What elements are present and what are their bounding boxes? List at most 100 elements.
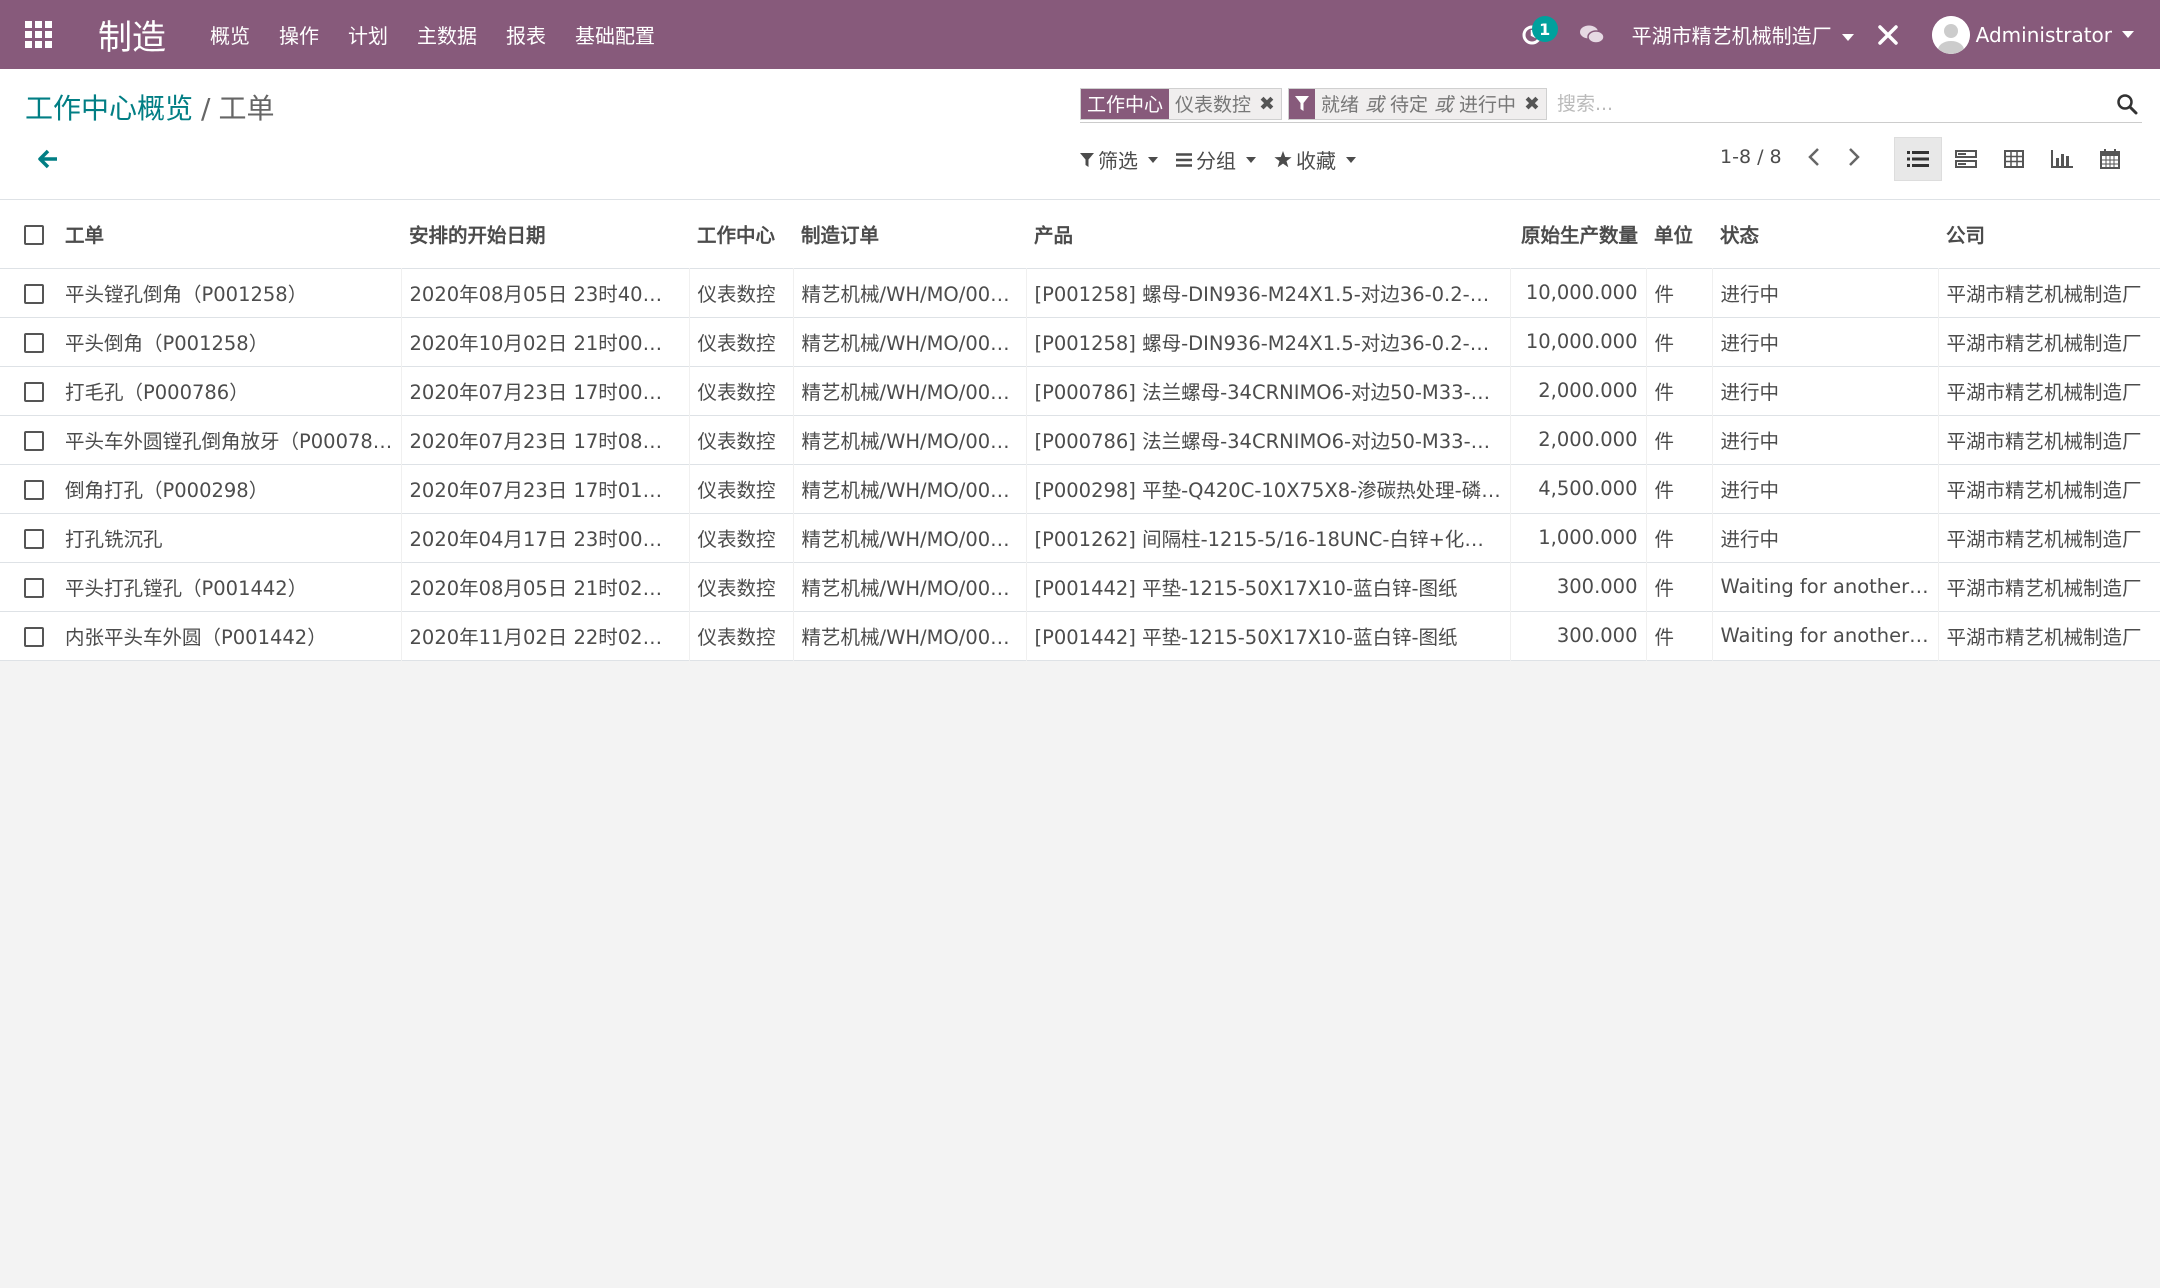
row-checkbox[interactable] xyxy=(24,283,44,304)
chevron-down-icon xyxy=(1346,156,1356,163)
menu-master-data[interactable]: 主数据 xyxy=(417,20,477,49)
chevron-left-icon xyxy=(1807,148,1819,166)
table-row[interactable]: 平头倒角（P001258） 2020年10月02日 21时00分00... 仪表数控… xyxy=(0,317,2160,366)
calendar-view-button[interactable] xyxy=(2086,137,2134,181)
cell-uom: 件 xyxy=(1646,513,1713,562)
chevron-down-icon xyxy=(1246,156,1256,163)
column-header-mo[interactable]: 制造订单 xyxy=(793,200,1026,268)
filter-icon xyxy=(1080,152,1094,167)
cell-company: 平湖市精艺机械制造厂 xyxy=(1938,464,2160,513)
pager-value[interactable]: 1-8 / 8 xyxy=(1720,146,1782,168)
messaging-button[interactable] xyxy=(1562,0,1622,69)
row-select-cell xyxy=(0,268,57,317)
search-input[interactable] xyxy=(1552,87,2112,120)
cell-start-date: 2020年11月02日 22时02分32... xyxy=(401,611,690,660)
groupby-dropdown[interactable]: 分组 xyxy=(1176,145,1256,174)
activity-button[interactable]: 1 xyxy=(1502,0,1562,69)
apps-grid-icon xyxy=(24,21,52,48)
cell-company: 平湖市精艺机械制造厂 xyxy=(1938,366,2160,415)
facet-remove-icon[interactable]: ✖ xyxy=(1522,89,1546,119)
cell-qty: 4,500.000 xyxy=(1510,464,1647,513)
cell-workcenter: 仪表数控 xyxy=(689,317,794,366)
row-select-cell xyxy=(0,317,57,366)
app-brand[interactable]: 制造 xyxy=(98,10,166,59)
search-button[interactable] xyxy=(2112,88,2142,120)
cell-mo: 精艺机械/WH/MO/00027 xyxy=(793,317,1027,366)
breadcrumb-parent-link[interactable]: 工作中心概览 xyxy=(25,92,193,125)
back-button[interactable] xyxy=(36,147,60,171)
cell-start-date: 2020年10月02日 21时00分00... xyxy=(401,317,690,366)
cell-uom: 件 xyxy=(1646,317,1713,366)
row-checkbox[interactable] xyxy=(24,430,44,451)
facet-remove-icon[interactable]: ✖ xyxy=(1257,89,1281,119)
column-header-uom[interactable]: 单位 xyxy=(1646,200,1712,268)
control-panel: 工作中心概览 / 工单 工作中心 仪表数控 ✖ 就绪或待定或进行中 ✖ 搜索..… xyxy=(0,69,2160,200)
select-all-checkbox[interactable] xyxy=(24,224,44,245)
row-select-cell xyxy=(0,415,57,464)
table-row[interactable]: 平头车外圆镗孔倒角放牙（P000786... 2020年07月23日 17时08分… xyxy=(0,415,2160,464)
cell-uom: 件 xyxy=(1646,611,1713,660)
cell-mo: 精艺机械/WH/MO/00055 xyxy=(793,366,1027,415)
cell-mo: 精艺机械/WH/MO/00027 xyxy=(793,268,1027,317)
debug-button[interactable] xyxy=(1868,0,1908,69)
avatar xyxy=(1931,15,1970,54)
company-name: 平湖市精艺机械制造厂 xyxy=(1631,24,1832,48)
favorites-dropdown[interactable]: 收藏 xyxy=(1274,145,1356,174)
menu-reporting[interactable]: 报表 xyxy=(506,20,546,49)
cell-workcenter: 仪表数控 xyxy=(689,366,794,415)
column-header-start-date[interactable]: 安排的开始日期 xyxy=(401,200,689,268)
company-switcher[interactable]: 平湖市精艺机械制造厂 xyxy=(1632,20,1854,49)
column-header-qty[interactable]: 原始生产数量 xyxy=(1510,200,1646,268)
pager-next-button[interactable] xyxy=(1844,145,1864,169)
user-menu[interactable]: Administrator xyxy=(1931,15,2134,54)
table-row[interactable]: 内张平头车外圆（P001442） 2020年11月02日 22时02分32... 仪… xyxy=(0,611,2160,660)
menu-planning[interactable]: 计划 xyxy=(348,20,388,49)
table-row[interactable]: 打孔铣沉孔 2020年04月17日 23时00分00... 仪表数控 精艺机械/WH/… xyxy=(0,513,2160,562)
search-facet-state: 就绪或待定或进行中 ✖ xyxy=(1287,87,1547,120)
graph-view-button[interactable] xyxy=(2038,137,2086,181)
column-header-workorder[interactable]: 工单 xyxy=(57,200,401,268)
column-header-state[interactable]: 状态 xyxy=(1712,200,1938,268)
cell-qty: 10,000.000 xyxy=(1510,268,1647,317)
table-row[interactable]: 打毛孔（P000786） 2020年07月23日 17时00分59... 仪表数控精… xyxy=(0,366,2160,415)
pivot-view-icon xyxy=(2004,150,2024,168)
apps-menu-button[interactable] xyxy=(0,0,76,69)
cell-product: [P001258] 螺母-DIN936-M24X1.5-对边36-0.2-三价彩… xyxy=(1026,268,1511,317)
menu-operations[interactable]: 操作 xyxy=(279,20,319,49)
row-checkbox[interactable] xyxy=(24,626,44,647)
table-row[interactable]: 平头打孔镗孔（P001442） 2020年08月05日 21时02分32... 仪表… xyxy=(0,562,2160,611)
filter-dropdown[interactable]: 筛选 xyxy=(1080,145,1158,174)
bars-icon xyxy=(1176,152,1192,167)
filter-icon xyxy=(1288,88,1315,119)
cell-workorder: 平头车外圆镗孔倒角放牙（P000786... xyxy=(57,415,402,464)
cell-product: [P000786] 法兰螺母-34CRNIMO6-对边50-M33-蓝白... xyxy=(1026,415,1511,464)
calendar-view-icon xyxy=(2100,149,2120,169)
favorites-label: 收藏 xyxy=(1296,149,1336,173)
row-checkbox[interactable] xyxy=(24,381,44,402)
table-row[interactable]: 平头镗孔倒角（P001258） 2020年08月05日 23时40分00... 仪表… xyxy=(0,268,2160,317)
menu-configuration[interactable]: 基础配置 xyxy=(575,20,655,49)
kanban-view-button[interactable] xyxy=(1942,137,1990,181)
list-view-button[interactable] xyxy=(1894,137,1942,181)
column-header-company[interactable]: 公司 xyxy=(1938,200,2160,268)
row-checkbox[interactable] xyxy=(24,479,44,500)
cell-product: [P000786] 法兰螺母-34CRNIMO6-对边50-M33-蓝白... xyxy=(1026,366,1511,415)
row-checkbox[interactable] xyxy=(24,528,44,549)
cell-product: [P001258] 螺母-DIN936-M24X1.5-对边36-0.2-三价彩… xyxy=(1026,317,1511,366)
menu-overview[interactable]: 概览 xyxy=(210,20,250,49)
star-icon xyxy=(1274,151,1292,168)
cell-workcenter: 仪表数控 xyxy=(689,464,794,513)
cell-mo: 精艺机械/WH/MO/00055 xyxy=(793,415,1027,464)
cell-workcenter: 仪表数控 xyxy=(689,415,794,464)
groupby-label: 分组 xyxy=(1196,149,1236,173)
column-header-workcenter[interactable]: 工作中心 xyxy=(689,200,793,268)
pivot-view-button[interactable] xyxy=(1990,137,2038,181)
graph-view-icon xyxy=(2051,150,2073,168)
column-header-product[interactable]: 产品 xyxy=(1026,200,1510,268)
row-checkbox[interactable] xyxy=(24,577,44,598)
cell-qty: 300.000 xyxy=(1510,562,1647,611)
row-checkbox[interactable] xyxy=(24,332,44,353)
cell-start-date: 2020年07月23日 17时01分11... xyxy=(401,464,690,513)
pager-previous-button[interactable] xyxy=(1804,145,1824,169)
table-row[interactable]: 倒角打孔（P000298） 2020年07月23日 17时01分11... 仪表数控… xyxy=(0,464,2160,513)
